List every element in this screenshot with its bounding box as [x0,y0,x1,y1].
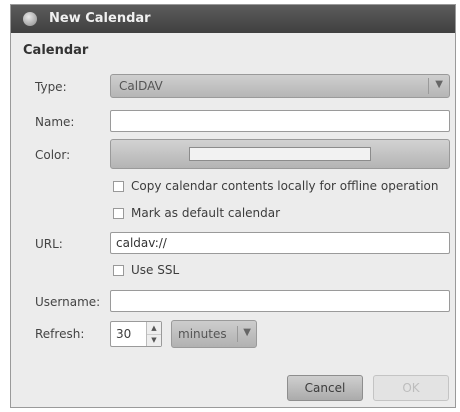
copy-offline-label: Copy calendar contents locally for offli… [131,179,439,193]
name-field[interactable] [111,111,449,131]
username-field-frame [110,290,450,312]
checkbox-box [113,265,124,276]
cancel-button[interactable]: Cancel [287,375,363,401]
default-calendar-label: Mark as default calendar [131,206,281,220]
url-field[interactable] [111,233,449,253]
checkbox-box [113,181,124,192]
use-ssl-label: Use SSL [131,263,180,277]
window-title: New Calendar [49,11,151,26]
combo-separator [428,78,429,94]
new-calendar-dialog: New Calendar Calendar Type: CalDAV ▼ Nam… [10,4,456,408]
color-swatch [189,147,371,161]
window-close-icon[interactable] [23,12,37,26]
type-label: Type: [35,80,67,94]
username-field[interactable] [111,291,449,311]
color-label: Color: [35,148,71,162]
refresh-spinner[interactable]: 30 ▲ ▼ [110,321,162,347]
section-title: Calendar [23,43,89,58]
checkbox-box [113,208,124,219]
url-label: URL: [35,237,63,251]
title-bar: New Calendar [11,5,455,33]
chevron-down-icon: ▼ [435,79,443,90]
refresh-label: Refresh: [35,327,85,341]
refresh-value: 30 [116,327,132,341]
ok-button[interactable]: OK [373,375,449,401]
name-label: Name: [35,115,75,129]
spinner-buttons: ▲ ▼ [146,322,161,346]
refresh-unit-value: minutes [178,327,227,341]
name-field-frame [110,110,450,132]
color-picker-button[interactable] [110,139,450,169]
refresh-unit-combobox[interactable]: minutes ▼ [171,320,257,348]
type-value: CalDAV [119,79,163,93]
url-field-frame [110,232,450,254]
combo-separator [237,326,238,342]
username-label: Username: [35,295,101,309]
type-combobox[interactable]: CalDAV ▼ [110,74,450,98]
chevron-down-icon: ▼ [243,327,251,338]
spinner-down-icon[interactable]: ▼ [147,334,161,346]
